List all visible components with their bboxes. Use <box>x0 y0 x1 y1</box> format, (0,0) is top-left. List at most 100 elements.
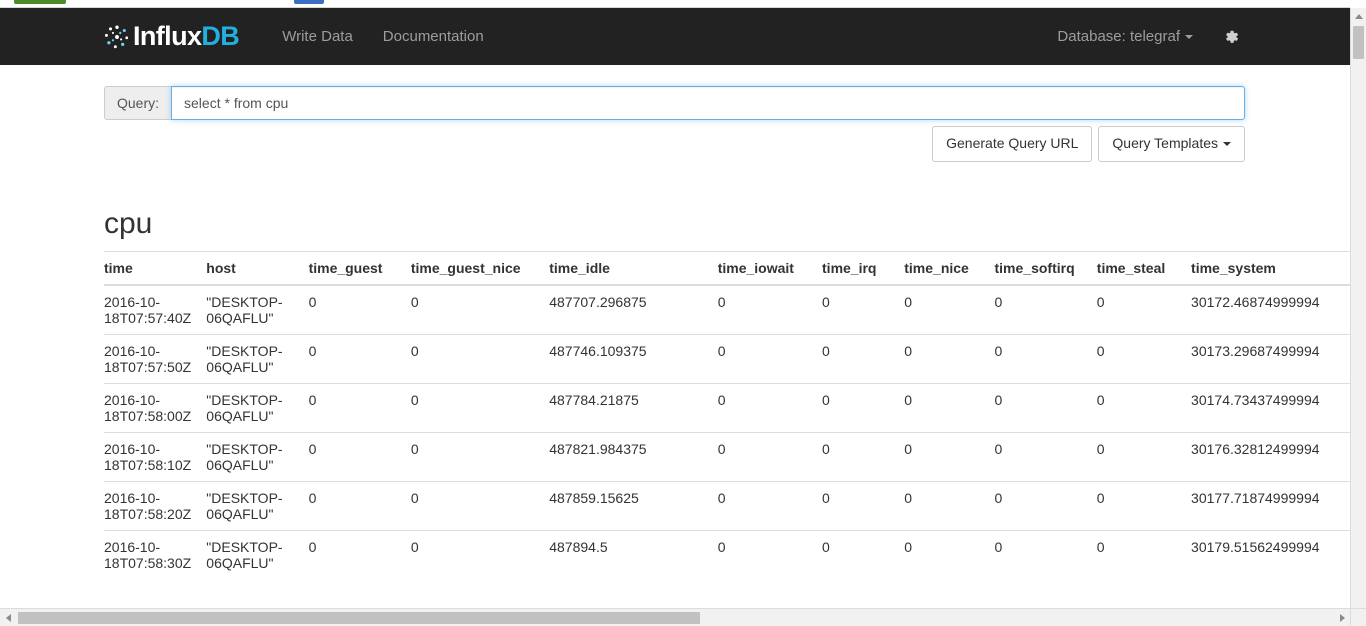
column-header-time-irq[interactable]: time_irq <box>822 250 905 286</box>
results-table: time host time_guest time_guest_nice tim… <box>104 250 1350 579</box>
cell-time-softirq: 0 <box>994 431 1097 482</box>
influxdb-brand-logo[interactable]: InfluxDB <box>104 8 240 65</box>
chevron-down-icon <box>1223 142 1231 147</box>
table-row: 2016-10-18T07:58:30Z "DESKTOP-06QAFLU" 0… <box>104 529 1350 579</box>
table-row: 2016-10-18T07:58:10Z "DESKTOP-06QAFLU" 0… <box>104 431 1350 482</box>
cell-time-nice: 0 <box>904 480 995 531</box>
cell-time-irq: 0 <box>822 293 830 310</box>
cell-host: "DESKTOP-06QAFLU" <box>206 293 283 326</box>
cell-time-steal: 0 <box>1096 431 1192 482</box>
horizontal-scrollbar-thumb[interactable] <box>18 612 700 624</box>
cell-time-softirq: 0 <box>994 382 1097 433</box>
column-header-time-softirq[interactable]: time_softirq <box>994 250 1097 286</box>
cell-time-guest: 0 <box>308 333 411 384</box>
influxdb-logo-mark-icon <box>104 25 129 48</box>
cell-time-nice: 0 <box>904 293 913 310</box>
main-content: Query: Generate Query URL Query Template… <box>0 86 1350 579</box>
scrollbar-corner <box>1350 608 1366 626</box>
vertical-scrollbar-thumb[interactable] <box>1353 26 1364 59</box>
results-table-head: time host time_guest time_guest_nice tim… <box>104 250 1350 286</box>
cell-time-guest: 0 <box>308 293 317 310</box>
navbar-right-group: Database: telegraf <box>1042 8 1254 65</box>
cell-time-guest-nice: 0 <box>410 529 550 579</box>
cell-time-iowait: 0 <box>717 431 823 482</box>
brand-wordmark-accent: DB <box>201 21 240 51</box>
cell-time-irq: 0 <box>822 480 905 531</box>
results-table-scroll-container[interactable]: time host time_guest time_guest_nice tim… <box>104 250 1350 579</box>
cell-time-idle: 487784.21875 <box>549 382 718 433</box>
brand-wordmark-primary: Influx <box>133 21 202 51</box>
result-measurement-title: cpu <box>104 206 153 240</box>
triangle-left-icon <box>5 613 11 622</box>
cell-time-guest-nice: 0 <box>410 480 550 531</box>
cell-time-guest-nice: 0 <box>410 333 550 384</box>
cell-time-nice: 0 <box>904 529 995 579</box>
cell-host: "DESKTOP-06QAFLU" <box>206 333 309 384</box>
cell-time-iowait: 0 <box>717 293 726 310</box>
cell-time-idle: 487859.15625 <box>549 480 718 531</box>
cell-time-guest-nice: 0 <box>410 431 550 482</box>
chevron-down-icon <box>1185 35 1193 40</box>
column-header-time-iowait[interactable]: time_iowait <box>717 250 823 286</box>
query-input-group: Query: <box>104 86 1245 120</box>
cell-time-nice: 0 <box>904 382 995 433</box>
cell-time-steal: 0 <box>1096 333 1192 384</box>
brand-wordmark: InfluxDB <box>133 21 240 51</box>
cell-host: "DESKTOP-06QAFLU" <box>206 529 309 579</box>
table-row: 2016-10-18T07:58:00Z "DESKTOP-06QAFLU" 0… <box>104 382 1350 433</box>
table-row: 2016-10-18T07:58:20Z "DESKTOP-06QAFLU" 0… <box>104 480 1350 531</box>
horizontal-scrollbar[interactable] <box>0 608 1350 626</box>
column-header-time-guest-nice[interactable]: time_guest_nice <box>410 250 550 286</box>
column-header-time[interactable]: time <box>104 250 207 286</box>
cell-time: 2016-10-18T07:58:20Z <box>104 480 207 531</box>
vertical-scrollbar[interactable] <box>1350 8 1366 626</box>
column-header-host[interactable]: host <box>206 250 309 286</box>
query-input[interactable] <box>171 86 1245 120</box>
cell-time-guest: 0 <box>308 382 411 433</box>
column-header-time-nice[interactable]: time_nice <box>904 250 995 286</box>
scroll-right-button[interactable] <box>1334 609 1350 626</box>
cell-time-iowait: 0 <box>717 480 823 531</box>
cell-time: 2016-10-18T07:58:10Z <box>104 431 207 482</box>
table-row: 2016-10-18T07:57:50Z "DESKTOP-06QAFLU" 0… <box>104 333 1350 384</box>
cell-time-irq: 0 <box>822 529 905 579</box>
cell-time-softirq: 0 <box>994 529 1097 579</box>
cell-host: "DESKTOP-06QAFLU" <box>206 480 309 531</box>
column-header-time-system[interactable]: time_system <box>1191 250 1350 286</box>
column-header-time-idle[interactable]: time_idle <box>549 250 718 286</box>
browser-tab-remnant-secondary <box>294 0 324 4</box>
cell-time-softirq: 0 <box>994 480 1097 531</box>
database-selector-label: Database: telegraf <box>1057 28 1180 45</box>
cell-host: "DESKTOP-06QAFLU" <box>206 431 309 482</box>
query-templates-dropdown-button[interactable]: Query Templates <box>1098 126 1245 162</box>
browser-chrome-sliver <box>0 0 1350 8</box>
cell-time-irq: 0 <box>822 382 905 433</box>
cell-time-system: 30176.32812499994 <box>1191 431 1350 482</box>
scroll-up-button[interactable] <box>1351 8 1366 24</box>
cell-time-system: 30173.29687499994 <box>1191 333 1350 384</box>
cell-time-nice: 0 <box>904 431 995 482</box>
settings-button[interactable] <box>1208 8 1254 65</box>
nav-link-write-data[interactable]: Write Data <box>267 8 368 65</box>
cell-time-idle: 487894.5 <box>549 529 718 579</box>
cell-time-steal: 0 <box>1096 529 1192 579</box>
cell-time-idle: 487707.296875 <box>549 293 647 310</box>
query-actions-toolbar: Generate Query URL Query Templates <box>104 126 1245 162</box>
triangle-right-icon <box>1339 613 1345 622</box>
browser-tab-remnant <box>14 0 66 4</box>
scroll-left-button[interactable] <box>0 609 16 626</box>
column-header-time-steal[interactable]: time_steal <box>1096 250 1192 286</box>
cell-time-guest-nice: 0 <box>410 293 419 310</box>
cell-time: 2016-10-18T07:58:00Z <box>104 382 207 433</box>
database-selector-dropdown[interactable]: Database: telegraf <box>1042 8 1208 65</box>
results-table-body: 2016-10-18T07:57:40Z "DESKTOP-06QAFLU" 0… <box>104 285 1350 579</box>
cell-time-nice: 0 <box>904 333 995 384</box>
cell-time-system: 30172.46874999994 <box>1191 293 1320 310</box>
top-navbar: InfluxDB Write Data Documentation Databa… <box>0 8 1350 65</box>
cell-time: 2016-10-18T07:57:50Z <box>104 333 207 384</box>
generate-query-url-button[interactable]: Generate Query URL <box>932 126 1093 162</box>
column-header-time-guest[interactable]: time_guest <box>308 250 411 286</box>
nav-link-documentation[interactable]: Documentation <box>368 8 499 65</box>
triangle-up-icon <box>1354 13 1363 19</box>
cell-time-irq: 0 <box>822 431 905 482</box>
